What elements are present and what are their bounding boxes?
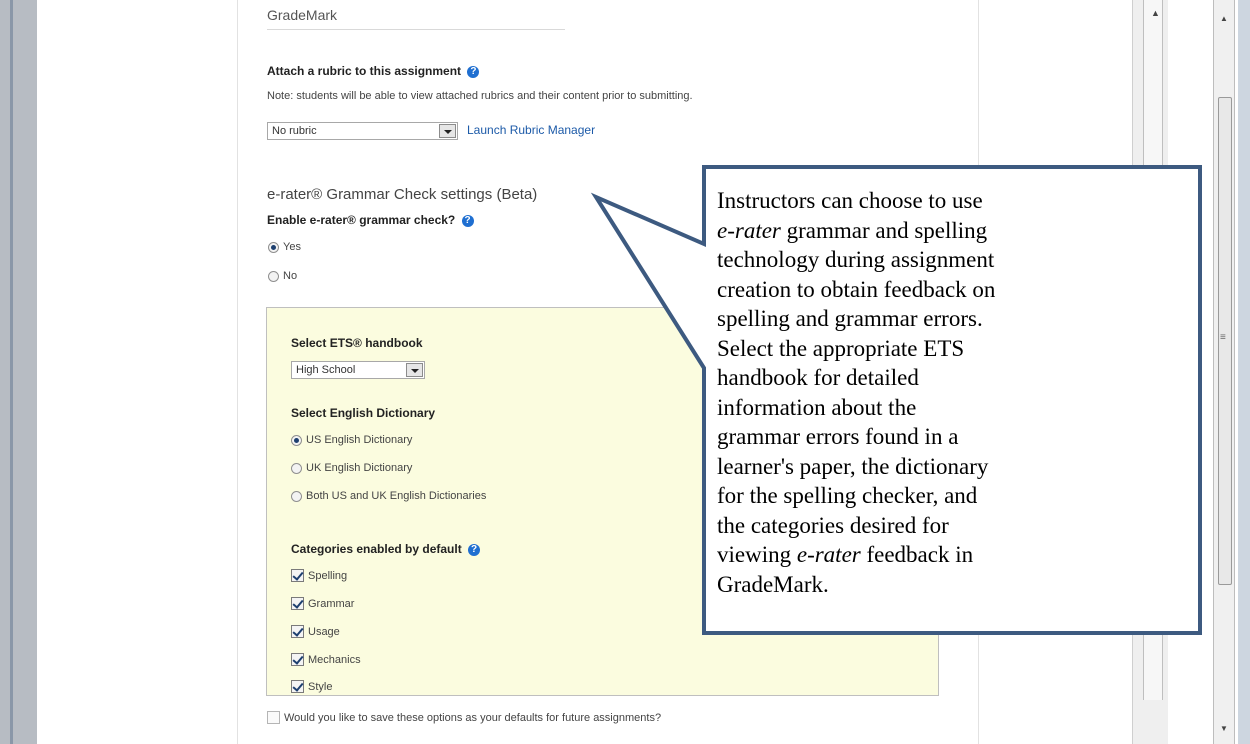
- callout-em-erater-1: e-rater: [717, 217, 781, 243]
- callout-em-erater-2: e-rater: [796, 542, 861, 567]
- callout-text-part2: grammar and spelling technology during a…: [717, 217, 996, 568]
- callout-shape: [590, 165, 1202, 635]
- callout-text-part1: Instructors can choose to use: [717, 188, 983, 213]
- callout-text: Instructors can choose to use e-rater gr…: [717, 186, 997, 599]
